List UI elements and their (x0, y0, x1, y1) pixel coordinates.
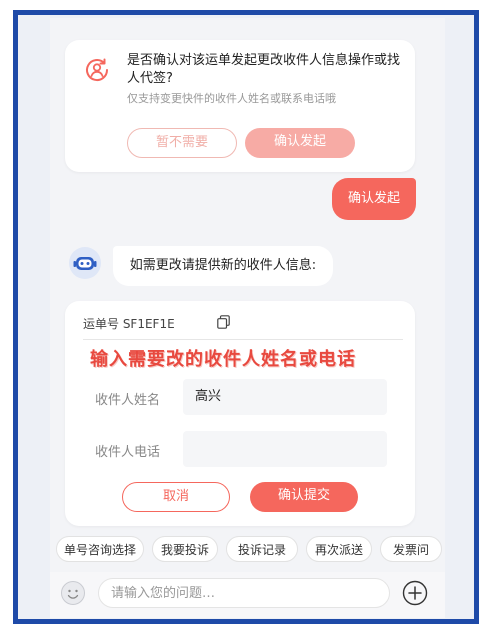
name-input[interactable]: 高兴 (183, 379, 387, 415)
confirm-subtitle: 仅支持变更快件的收件人姓名或联系电话哦 (127, 92, 336, 105)
confirm-change-card: 是否确认对该运单发起更改收件人信息操作或找人代签? 仅支持变更快件的收件人姓名或… (65, 40, 415, 172)
emoji-icon[interactable] (60, 580, 86, 606)
quick-action-chip[interactable]: 单号咨询选择 (56, 536, 144, 562)
recipient-form-card: 运单号 SF1EF1E 输入需要改的收件人姓名或电话 收件人姓名 高兴 收件人电… (65, 301, 415, 526)
bot-message-bubble: 如需更改请提供新的收件人信息: (113, 246, 333, 286)
chat-screen: 是否确认对该运单发起更改收件人信息操作或找人代签? 仅支持变更快件的收件人姓名或… (50, 18, 445, 618)
instruction-caption: 输入需要改的收件人姓名或电话 (90, 349, 356, 370)
chat-input[interactable]: 请输入您的问题… (98, 578, 390, 608)
chat-input-bar: 请输入您的问题… (50, 572, 445, 618)
confirm-initiate-button[interactable]: 确认发起 (245, 128, 355, 158)
not-needed-button[interactable]: 暂不需要 (127, 128, 237, 158)
cancel-button[interactable]: 取消 (122, 482, 230, 512)
person-refresh-icon (86, 58, 109, 82)
form-divider (83, 339, 403, 340)
robot-avatar-icon (69, 247, 101, 279)
quick-action-chip[interactable]: 投诉记录 (226, 536, 298, 562)
quick-actions-bar: 单号咨询选择 我要投诉 投诉记录 再次派送 发票问 (50, 536, 445, 566)
waybill-number: 运单号 SF1EF1E (83, 317, 175, 331)
phone-label: 收件人电话 (95, 445, 161, 460)
submit-button[interactable]: 确认提交 (250, 482, 358, 512)
name-label: 收件人姓名 (95, 393, 161, 408)
quick-action-chip[interactable]: 发票问 (380, 536, 442, 562)
plus-icon[interactable] (402, 580, 428, 606)
copy-icon[interactable] (217, 315, 230, 329)
quick-action-chip[interactable]: 再次派送 (306, 536, 372, 562)
quick-action-chip[interactable]: 我要投诉 (152, 536, 218, 562)
phone-input[interactable] (183, 431, 387, 467)
confirm-title: 是否确认对该运单发起更改收件人信息操作或找人代签? (127, 53, 401, 86)
user-message-bubble: 确认发起 (332, 178, 416, 220)
